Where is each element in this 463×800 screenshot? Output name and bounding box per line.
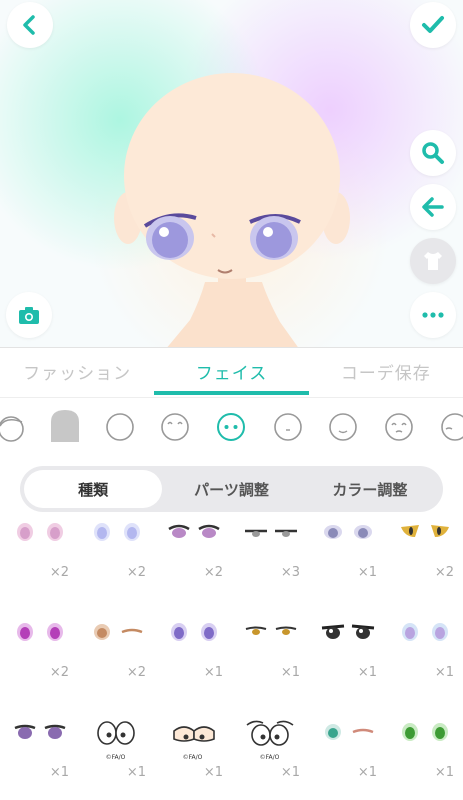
checkmark-icon xyxy=(422,16,444,33)
eye-item[interactable]: ×2 xyxy=(77,515,154,615)
eye-pair-thumbnail xyxy=(246,720,294,746)
eye-pair-thumbnail xyxy=(245,529,297,537)
face-grin-icon[interactable] xyxy=(328,412,358,442)
face-frown-icon[interactable] xyxy=(384,412,414,442)
eye-pair-thumbnail xyxy=(401,525,449,537)
item-count: ×1 xyxy=(126,765,146,780)
camera-button[interactable] xyxy=(6,292,52,338)
eye-pair-thumbnail xyxy=(168,524,220,538)
eye-pair-thumbnail xyxy=(17,623,63,641)
item-count: ×1 xyxy=(357,665,377,680)
eye-item[interactable]: ×1 xyxy=(308,615,385,715)
eye-pair-thumbnail xyxy=(97,721,135,745)
avatar-figure xyxy=(114,73,350,347)
arrow-left-icon xyxy=(422,197,444,217)
zoom-button[interactable] xyxy=(410,130,456,176)
more-button[interactable] xyxy=(410,292,456,338)
eye-item[interactable]: ©FA/O ×1 xyxy=(154,715,231,800)
eye-pair-thumbnail xyxy=(321,624,375,639)
eye-pair-thumbnail xyxy=(245,626,297,635)
eye-pair-thumbnail xyxy=(14,724,66,739)
shirt-icon xyxy=(424,252,442,270)
eye-pair-thumbnail xyxy=(17,523,63,541)
face-partial-right-icon[interactable] xyxy=(440,412,463,442)
face-plain-icon[interactable] xyxy=(105,412,135,442)
undo-button[interactable] xyxy=(410,184,456,230)
eye-item[interactable]: ×2 xyxy=(385,515,462,615)
face-parts-segmented-control: 種類 パーツ調整 カラー調整 xyxy=(20,466,443,512)
item-count: ×2 xyxy=(434,565,454,580)
face-small-mouth-icon[interactable] xyxy=(273,412,303,442)
back-button[interactable] xyxy=(7,2,53,48)
item-count: ×2 xyxy=(126,665,146,680)
copyright-label: ©FA/O xyxy=(259,754,280,761)
item-count: ×2 xyxy=(49,665,69,680)
item-count: ×1 xyxy=(357,765,377,780)
eye-item[interactable]: ×3 xyxy=(231,515,308,615)
camera-icon xyxy=(19,307,39,324)
eye-item[interactable]: ×1 xyxy=(385,615,462,715)
eye-item[interactable]: ×1 xyxy=(308,715,385,800)
item-count: ×1 xyxy=(203,765,223,780)
eye-pair-thumbnail xyxy=(325,724,374,740)
eye-item[interactable]: ©FA/O ×1 xyxy=(77,715,154,800)
eye-item[interactable]: ×2 xyxy=(0,515,77,615)
eye-pair-thumbnail xyxy=(171,623,217,641)
copyright-label: ©FA/O xyxy=(182,754,203,761)
eye-pair-thumbnail xyxy=(173,726,215,742)
chevron-left-icon xyxy=(23,15,35,35)
segment-type[interactable]: 種類 xyxy=(24,470,163,508)
eye-item[interactable]: ×2 xyxy=(0,615,77,715)
more-dots-icon xyxy=(422,312,444,318)
outfit-toggle-button[interactable] xyxy=(410,238,456,284)
item-count: ×1 xyxy=(434,765,454,780)
eye-item[interactable]: ×2 xyxy=(77,615,154,715)
confirm-button[interactable] xyxy=(410,2,456,48)
eye-item[interactable]: ×1 xyxy=(231,615,308,715)
eye-item[interactable]: ×1 xyxy=(154,615,231,715)
eye-pair-thumbnail xyxy=(402,623,448,641)
category-tabs: ファッション フェイス コーデ保存 xyxy=(0,347,463,395)
item-count: ×1 xyxy=(49,765,69,780)
tab-face[interactable]: フェイス xyxy=(154,348,309,395)
item-count: ×3 xyxy=(280,565,300,580)
eye-item[interactable]: ×2 xyxy=(154,515,231,615)
search-icon xyxy=(422,142,444,164)
avatar-preview xyxy=(0,0,463,347)
eye-item[interactable]: ×1 xyxy=(385,715,462,800)
item-count: ×1 xyxy=(280,665,300,680)
eye-pair-thumbnail xyxy=(402,723,448,741)
eye-item[interactable]: ×1 xyxy=(0,715,77,800)
eye-pair-thumbnail xyxy=(94,624,143,640)
eye-pair-thumbnail xyxy=(324,525,372,539)
copyright-label: ©FA/O xyxy=(105,754,126,761)
item-count: ×2 xyxy=(126,565,146,580)
item-count: ×1 xyxy=(434,665,454,680)
face-shape-selector xyxy=(0,397,463,459)
item-count: ×2 xyxy=(203,565,223,580)
item-count: ×1 xyxy=(280,765,300,780)
eye-pair-thumbnail xyxy=(94,523,140,541)
face-selected-icon[interactable] xyxy=(216,412,246,442)
tab-fashion[interactable]: ファッション xyxy=(0,348,154,395)
face-hair-gray-icon[interactable] xyxy=(48,408,82,444)
face-partial-left-icon[interactable] xyxy=(0,412,26,442)
eye-item[interactable]: ×1 xyxy=(308,515,385,615)
item-count: ×2 xyxy=(49,565,69,580)
item-count: ×1 xyxy=(203,665,223,680)
eye-item[interactable]: ©FA/O ×1 xyxy=(231,715,308,800)
segment-parts-adjust[interactable]: パーツ調整 xyxy=(162,470,300,508)
segment-color-adjust[interactable]: カラー調整 xyxy=(301,470,439,508)
face-smile-icon[interactable] xyxy=(160,412,190,442)
eye-items-grid: ×2 ×2 ×2 ×3 ×1 ×2 ×2 ×2 ×1 ×1 ×1 ×1 ×1 ©… xyxy=(0,515,463,800)
item-count: ×1 xyxy=(357,565,377,580)
tab-coordinate-save[interactable]: コーデ保存 xyxy=(309,348,463,395)
